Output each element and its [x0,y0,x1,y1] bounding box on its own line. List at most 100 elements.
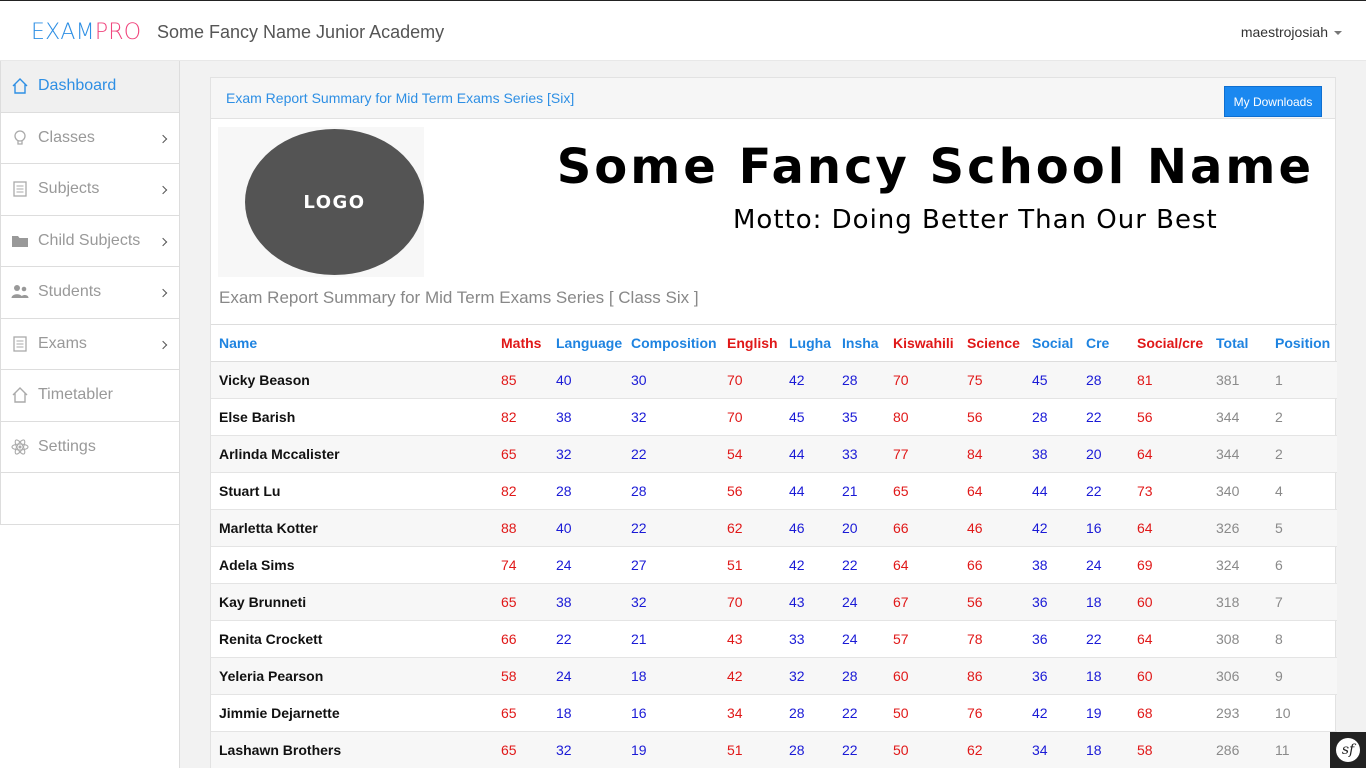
sidebar-item-label: Subjects [38,180,100,198]
score-cell: 65 [493,435,548,473]
score-cell: 28 [781,694,834,732]
header-school-name: Some Fancy Name Junior Academy [157,22,445,42]
col-header-composition[interactable]: Composition [623,324,719,362]
score-cell: 70 [885,361,959,399]
chevron-right-icon [158,237,168,246]
score-cell: 42 [781,361,834,399]
table-row: Marletta Kotter 88 40 22 62 46 20 66 46 42 16 64 326… [211,509,1337,547]
atom-icon [11,438,29,456]
score-cell: 24 [834,583,885,621]
banner-school-name: Some Fancy School Name [556,139,1314,195]
student-name-cell: Marletta Kotter [211,509,493,547]
score-cell: 40 [548,361,623,399]
sidebar-item-label: Classes [38,128,95,146]
symfony-toolbar[interactable]: sf [1330,732,1366,768]
brand-part-exam: EXAM [31,20,95,45]
score-cell: 42 [719,657,781,695]
score-cell: 68 [1129,694,1208,732]
col-header-total[interactable]: Total [1208,324,1267,362]
score-cell: 1 [1267,361,1337,399]
student-name-cell: Vicky Beason [211,361,493,399]
col-header-social[interactable]: Social [1024,324,1078,362]
table-row: Vicky Beason 85 40 30 70 42 28 70 75 45 28 81 381 1 [211,361,1337,399]
user-name: maestrojosiah [1240,24,1328,40]
score-cell: 76 [959,694,1024,732]
score-cell: 56 [719,472,781,510]
brand-logo[interactable]: EXAMPRO [31,20,141,45]
score-cell: 43 [781,583,834,621]
sidebar-item-subjects[interactable]: Subjects [0,164,180,216]
my-downloads-button[interactable]: My Downloads [1224,86,1322,117]
col-header-social-cre[interactable]: Social/cre [1129,324,1208,362]
score-cell: 65 [493,583,548,621]
score-cell: 60 [1129,657,1208,695]
student-name-cell: Kay Brunneti [211,583,493,621]
score-cell: 28 [548,472,623,510]
student-name-cell: Else Barish [211,398,493,436]
score-cell: 64 [1129,509,1208,547]
score-cell: 85 [493,361,548,399]
score-cell: 56 [959,583,1024,621]
panel-title[interactable]: Exam Report Summary for Mid Term Exams S… [226,90,574,106]
sidebar-item-timetabler[interactable]: Timetabler [0,370,180,422]
score-cell: 28 [623,472,719,510]
sidebar-item-dashboard[interactable]: Dashboard [0,61,180,113]
score-cell: 75 [959,361,1024,399]
score-cell: 2 [1267,398,1337,436]
score-cell: 30 [623,361,719,399]
score-cell: 324 [1208,546,1267,584]
score-cell: 46 [781,509,834,547]
sidebar-item-child-subjects[interactable]: Child Subjects [0,215,180,267]
score-cell: 78 [959,620,1024,658]
chevron-right-icon [158,289,168,298]
score-cell: 88 [493,509,548,547]
top-navbar: EXAMPRO Some Fancy Name Junior Academy m… [0,0,1366,61]
score-cell: 65 [493,694,548,732]
col-header-name[interactable]: Name [211,324,493,362]
col-header-english[interactable]: English [719,324,781,362]
sidebar-item-exams[interactable]: Exams [0,318,180,370]
col-header-cre[interactable]: Cre [1078,324,1129,362]
col-header-kiswahili[interactable]: Kiswahili [885,324,959,362]
score-cell: 42 [1024,509,1078,547]
sidebar-item-settings[interactable]: Settings [0,421,180,473]
score-cell: 73 [1129,472,1208,510]
home-icon [11,77,29,95]
score-cell: 340 [1208,472,1267,510]
score-cell: 43 [719,620,781,658]
sidebar-item-label: Child Subjects [38,231,141,249]
document-icon [11,335,29,353]
score-cell: 36 [1024,583,1078,621]
sidebar-item-label: Exams [38,334,87,352]
score-cell: 50 [885,694,959,732]
score-cell: 34 [1024,731,1078,768]
logo-box: LOGO [245,127,424,277]
sidebar-item-students[interactable]: Students [0,267,180,319]
col-header-position[interactable]: Position [1267,324,1337,362]
score-cell: 344 [1208,435,1267,473]
home-icon [11,386,29,404]
score-cell: 54 [719,435,781,473]
col-header-language[interactable]: Language [548,324,623,362]
score-cell: 32 [548,435,623,473]
sidebar-item-classes[interactable]: Classes [0,112,180,164]
table-row: Jimmie Dejarnette 65 18 16 34 28 22 50 76 42 19 68 2… [211,694,1337,732]
score-cell: 40 [548,509,623,547]
score-cell: 46 [959,509,1024,547]
col-header-insha[interactable]: Insha [834,324,885,362]
score-cell: 28 [834,657,885,695]
user-menu[interactable]: maestrojosiah [1241,24,1342,40]
score-cell: 60 [885,657,959,695]
score-cell: 24 [548,546,623,584]
score-cell: 33 [781,620,834,658]
col-header-lugha[interactable]: Lugha [781,324,834,362]
col-header-maths[interactable]: Maths [493,324,548,362]
score-cell: 293 [1208,694,1267,732]
col-header-science[interactable]: Science [959,324,1024,362]
score-cell: 32 [623,583,719,621]
score-cell: 22 [834,694,885,732]
score-cell: 11 [1267,731,1337,768]
score-cell: 44 [781,435,834,473]
chevron-right-icon [158,340,168,349]
score-cell: 8 [1267,620,1337,658]
